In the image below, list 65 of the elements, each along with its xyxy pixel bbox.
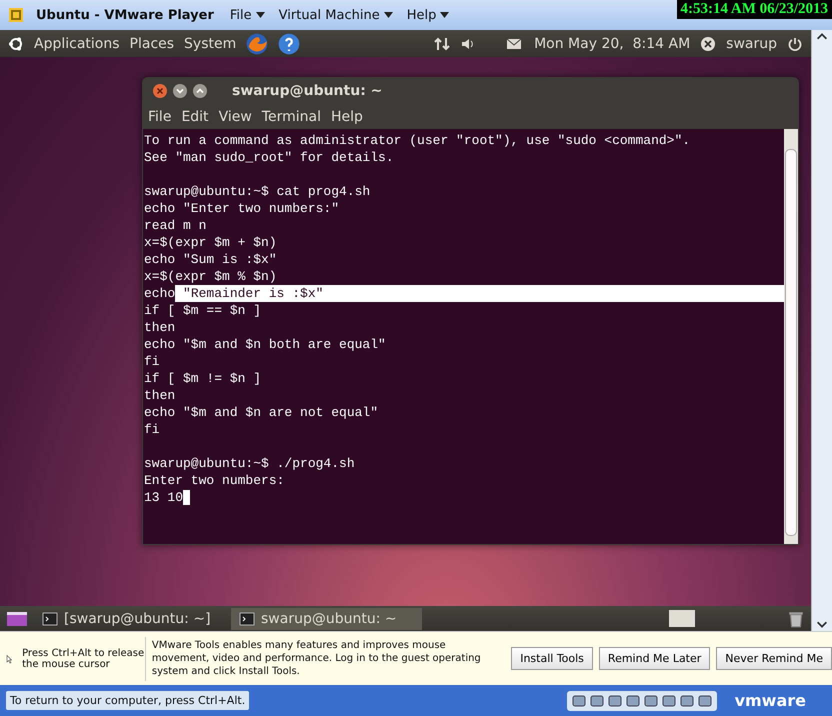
terminal-line: To run a command as administrator (user "root"), use "sudo <command>". bbox=[144, 132, 690, 149]
tools-button[interactable]: Install Tools bbox=[511, 647, 593, 670]
workspace-switcher[interactable] bbox=[669, 610, 695, 627]
terminal-line: echo "Enter two numbers:" bbox=[144, 200, 340, 217]
taskbar-item[interactable]: swarup@ubuntu: ~ bbox=[231, 608, 422, 630]
panel-menu[interactable]: Applications bbox=[34, 36, 120, 52]
dropdown-arrow-icon bbox=[440, 12, 450, 18]
terminal-line: x=$(expr $m + $n) bbox=[144, 234, 277, 251]
terminal-menu[interactable]: Edit bbox=[181, 109, 209, 125]
tools-message: VMware Tools enables many features and improves mouse movement, video and performance. Log in to the guest operating system and click Install Tools. bbox=[150, 639, 482, 678]
power-icon bbox=[787, 36, 803, 52]
dropdown-arrow-icon bbox=[256, 12, 265, 18]
terminal-line: read m n bbox=[144, 217, 206, 234]
scrollbar[interactable] bbox=[811, 30, 832, 631]
terminal-line: See "man sudo_root" for details. bbox=[144, 149, 394, 166]
panel-menu[interactable]: System bbox=[184, 36, 236, 52]
vmware-app-icon bbox=[8, 7, 24, 23]
terminal-line: echo "$m and $n are not equal" bbox=[144, 404, 378, 421]
vmware-logo: vmware bbox=[734, 691, 806, 710]
close-icon bbox=[152, 83, 168, 99]
terminal-menu[interactable]: File bbox=[148, 109, 172, 125]
browser-icon bbox=[246, 32, 268, 54]
status-bubble-icon bbox=[700, 36, 716, 52]
terminal-line: swarup@ubuntu:~$ ./prog4.sh bbox=[144, 455, 355, 472]
terminal-line: then bbox=[144, 319, 176, 336]
terminal-line: echo "$m and $n both are equal" bbox=[144, 336, 386, 353]
terminal-line: echo bbox=[144, 285, 176, 302]
help-icon bbox=[278, 32, 300, 54]
window-title: Ubuntu - VMware Player bbox=[36, 8, 214, 22]
scrollbar[interactable] bbox=[784, 129, 798, 544]
dropdown-arrow-icon bbox=[384, 12, 393, 18]
terminal-title: swarup@ubuntu: ~ bbox=[232, 83, 382, 99]
terminal-menu[interactable]: View bbox=[218, 109, 252, 125]
terminal-line: swarup@ubuntu:~$ cat prog4.sh bbox=[144, 183, 370, 200]
maximize-icon bbox=[192, 83, 208, 99]
minimize-icon bbox=[172, 83, 188, 99]
terminal-line: fi bbox=[144, 353, 160, 370]
taskbar-item[interactable]: [swarup@ubuntu: ~] bbox=[34, 608, 225, 630]
panel-user[interactable]: swarup bbox=[726, 36, 777, 52]
terminal-line: echo "Sum is :$x" bbox=[144, 251, 277, 268]
panel-menu[interactable]: Places bbox=[130, 36, 174, 52]
terminal-line: Enter two numbers: bbox=[144, 472, 284, 489]
panel-clock[interactable]: Mon May 20, 8:14 AM bbox=[534, 36, 690, 52]
terminal-icon bbox=[42, 610, 58, 626]
selected-text: "Remainder is :$x" bbox=[175, 285, 784, 302]
terminal-menu[interactable]: Help bbox=[330, 109, 363, 125]
menu-item[interactable]: Virtual Machine bbox=[278, 8, 393, 22]
network-arrows-icon bbox=[434, 36, 450, 52]
tools-button[interactable]: Never Remind Me bbox=[716, 647, 832, 670]
menu-item[interactable]: File bbox=[230, 8, 265, 22]
terminal-icon bbox=[239, 610, 255, 626]
terminal-line: fi bbox=[144, 421, 160, 438]
terminal-line: 13 10 bbox=[144, 489, 184, 506]
terminal-line: then bbox=[144, 387, 176, 404]
release-hint: Press Ctrl+Alt to release the mouse cursor bbox=[22, 648, 145, 670]
terminal-line: if [ $m != $n ] bbox=[144, 370, 262, 387]
status-text: To return to your computer, press Ctrl+Alt. bbox=[6, 691, 250, 710]
tools-button[interactable]: Remind Me Later bbox=[598, 647, 710, 670]
terminal-line: x=$(expr $m % $n) bbox=[144, 268, 277, 285]
show-desktop-icon bbox=[6, 610, 28, 628]
ubuntu-logo-icon bbox=[8, 36, 24, 52]
terminal-line: if [ $m == $n ] bbox=[144, 302, 262, 319]
recording-timestamp: 4:53:14 AM 06/23/2013 bbox=[676, 0, 832, 19]
menu-item[interactable]: Help bbox=[406, 8, 450, 22]
terminal-menu[interactable]: Terminal bbox=[262, 109, 321, 125]
